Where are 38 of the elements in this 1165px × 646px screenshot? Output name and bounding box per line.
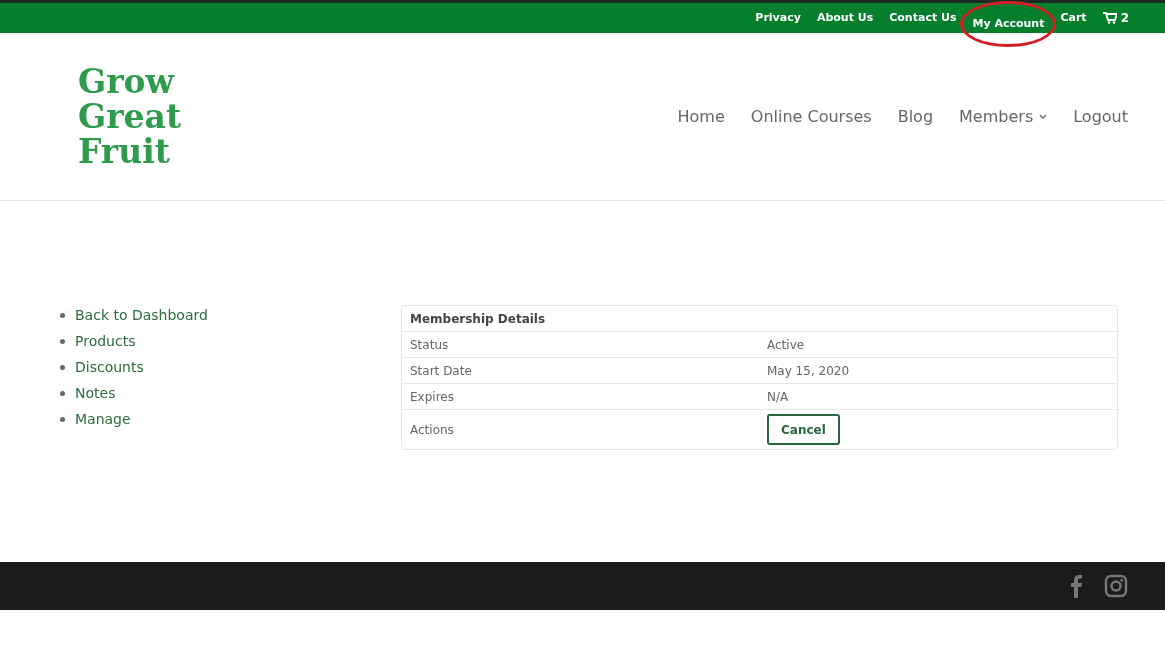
chevron-down-icon xyxy=(1039,114,1048,119)
top-link[interactable]: Privacy xyxy=(755,9,801,27)
facebook-icon[interactable] xyxy=(1070,574,1082,598)
top-link[interactable]: Contact Us xyxy=(889,9,957,27)
row-value: Active xyxy=(767,336,805,354)
top-link[interactable]: About Us xyxy=(816,9,874,27)
bullet-icon xyxy=(60,338,65,344)
nav-link[interactable]: Home xyxy=(677,104,725,129)
row-label: Status xyxy=(410,336,450,354)
sidebar-link[interactable]: Notes xyxy=(75,383,116,403)
nav-link[interactable]: Blog xyxy=(897,104,934,129)
nav-link[interactable]: Online Courses xyxy=(750,104,872,129)
logo[interactable]: Grow Great Fruit xyxy=(78,64,182,169)
sidebar-link[interactable]: Manage xyxy=(75,409,131,429)
cart-icon[interactable] xyxy=(1102,12,1117,24)
table-title: Membership Details xyxy=(402,306,1117,332)
row-label: Actions xyxy=(410,421,455,439)
top-link[interactable]: Cart xyxy=(1060,9,1087,27)
logo-text: Great xyxy=(78,99,182,134)
sidebar-link[interactable]: Back to Dashboard xyxy=(75,305,208,325)
row-value: N/A xyxy=(767,388,789,406)
instagram-icon[interactable] xyxy=(1104,574,1128,598)
top-link[interactable]: My Account xyxy=(960,0,1057,48)
sidebar-link[interactable]: Discounts xyxy=(75,357,144,377)
bullet-icon xyxy=(60,364,65,370)
cancel-button[interactable]: Cancel xyxy=(767,414,840,445)
nav-link[interactable]: Members xyxy=(959,104,1048,129)
row-value: May 15, 2020 xyxy=(767,362,850,380)
row-label: Expires xyxy=(410,388,455,406)
bullet-icon xyxy=(60,390,65,396)
logo-text: Fruit xyxy=(78,134,171,169)
nav-link[interactable]: Logout xyxy=(1073,104,1128,129)
cart-count: 2 xyxy=(1120,10,1129,27)
bullet-icon xyxy=(60,312,65,318)
bullet-icon xyxy=(60,416,65,422)
sidebar-link[interactable]: Products xyxy=(75,331,136,351)
row-label: Start Date xyxy=(410,362,473,380)
logo-text: Grow xyxy=(78,64,176,99)
